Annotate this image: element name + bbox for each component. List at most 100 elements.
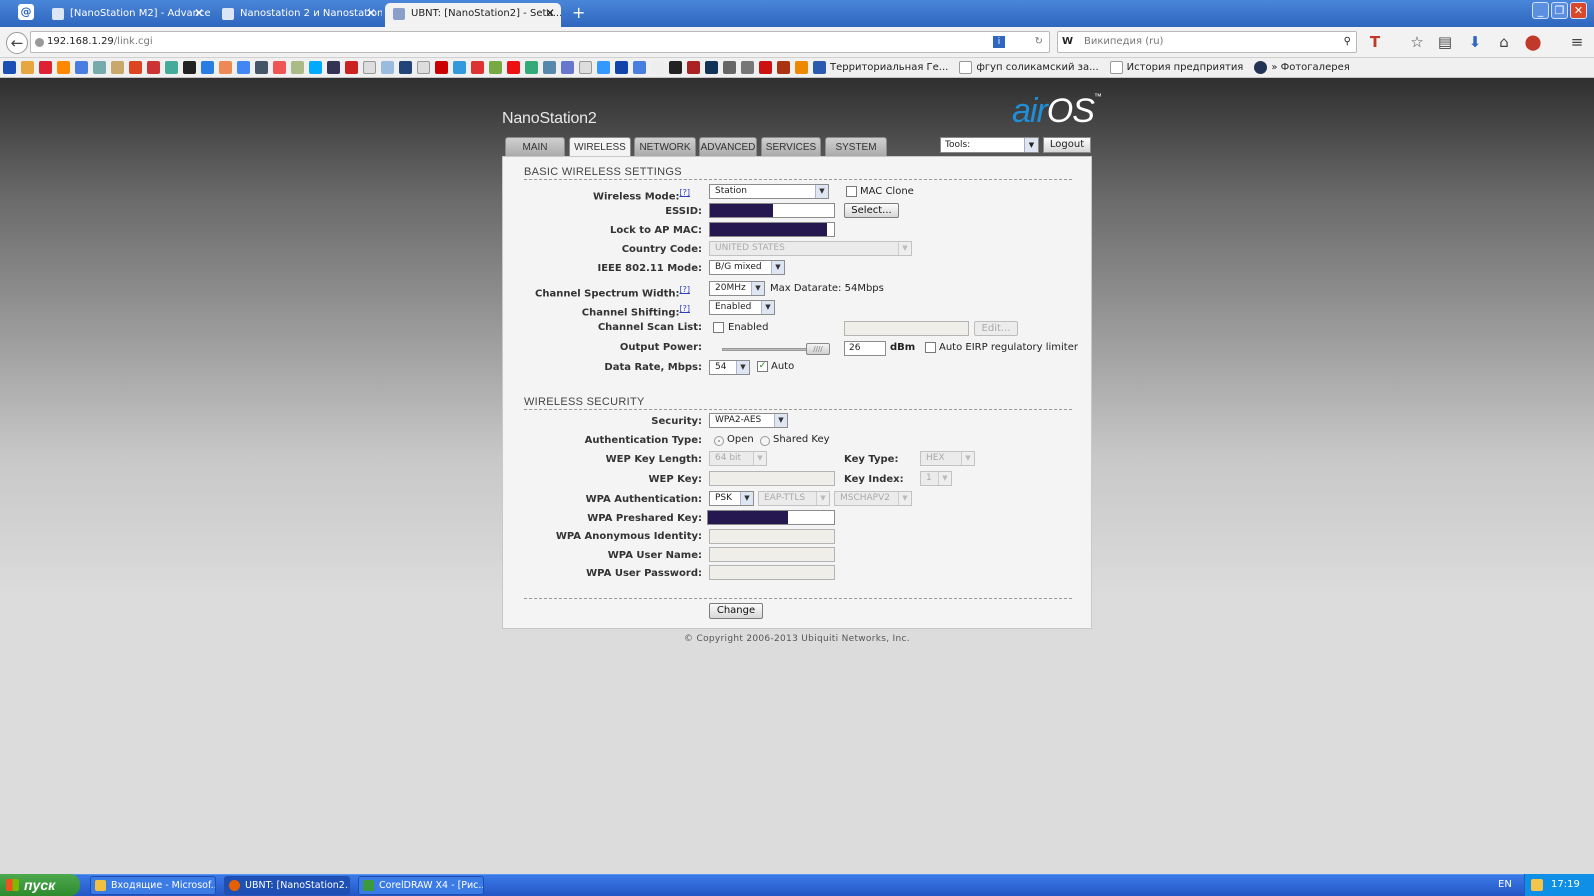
bookmark-icon[interactable] (399, 61, 412, 74)
bookmark-link[interactable]: » Фотогалерея (1271, 58, 1349, 77)
bookmark-icon[interactable] (597, 61, 610, 74)
bookmark-icon[interactable] (417, 61, 430, 74)
search-engine-icon[interactable]: W (1062, 32, 1073, 52)
bookmark-link[interactable]: История предприятия (1127, 58, 1244, 77)
output-power-slider[interactable] (722, 348, 808, 351)
eirp-checkbox[interactable] (925, 342, 936, 353)
tab-advanced[interactable]: ADVANCED (699, 137, 757, 157)
bookmark-icon[interactable] (777, 61, 790, 74)
bookmark-icon[interactable] (381, 61, 394, 74)
browser-tab[interactable]: Nanostation 2 и Nanostation ... ✕ (214, 3, 382, 27)
bookmark-icon[interactable] (615, 61, 628, 74)
bookmark-link[interactable]: Территориальная Ге... (830, 58, 948, 77)
bookmark-icon[interactable] (453, 61, 466, 74)
channel-width-select[interactable]: 20MHz ▼ (709, 281, 765, 296)
close-tab-icon[interactable]: ✕ (545, 3, 555, 24)
close-tab-icon[interactable]: ✕ (366, 3, 376, 24)
clock[interactable]: 17:19 (1551, 879, 1580, 890)
home-icon[interactable]: ⌂ (1495, 33, 1513, 51)
mac-clone-checkbox[interactable] (846, 186, 857, 197)
bookmark-icon[interactable] (111, 61, 124, 74)
bookmark-icon[interactable] (327, 61, 340, 74)
tab-network[interactable]: NETWORK (634, 137, 696, 157)
channel-scan-checkbox[interactable] (713, 322, 724, 333)
reload-icon[interactable]: ↻ (1035, 32, 1043, 52)
bookmark-link[interactable]: фгуп соликамский за... (976, 58, 1098, 77)
bookmark-icon[interactable] (651, 61, 664, 74)
bookmark-icon[interactable] (363, 61, 376, 74)
wireless-mode-select[interactable]: Station ▼ (709, 184, 829, 199)
bookmark-icon[interactable] (705, 61, 718, 74)
bookmark-icon[interactable] (345, 61, 358, 74)
channel-shifting-select[interactable]: Enabled ▼ (709, 300, 775, 315)
new-tab-button[interactable]: + (572, 3, 585, 22)
essid-input[interactable] (709, 203, 835, 218)
tab-system[interactable]: SYSTEM (825, 137, 887, 157)
bookmark-icon[interactable] (759, 61, 772, 74)
bookmark-icon[interactable] (273, 61, 286, 74)
ieee-mode-select[interactable]: B/G mixed ▼ (709, 260, 785, 275)
bookmark-icon[interactable] (561, 61, 574, 74)
select-ssid-button[interactable]: Select... (844, 203, 899, 218)
bookmark-icon[interactable] (201, 61, 214, 74)
taskbar-item[interactable]: Входящие - Microsof... (90, 876, 216, 895)
tray-app-icon[interactable] (1531, 879, 1543, 891)
bookmark-icon[interactable] (237, 61, 250, 74)
bookmark-icon[interactable] (471, 61, 484, 74)
bookmark-icon[interactable] (219, 61, 232, 74)
help-link[interactable]: [?] (680, 285, 691, 294)
change-button[interactable]: Change (709, 603, 763, 619)
bookmark-icon[interactable] (741, 61, 754, 74)
close-tab-icon[interactable]: ✕ (194, 3, 204, 24)
taskbar-item[interactable]: CorelDRAW X4 - [Рис... (358, 876, 484, 895)
bookmark-icon[interactable] (255, 61, 268, 74)
translate-icon[interactable]: T (1366, 33, 1384, 51)
bookmark-icon[interactable] (633, 61, 646, 74)
bookmark-icon[interactable] (93, 61, 106, 74)
bookmark-icon[interactable] (489, 61, 502, 74)
adblock-icon[interactable]: ⬤ (1524, 33, 1542, 51)
tab-services[interactable]: SERVICES (761, 137, 821, 157)
bookmark-icon[interactable] (795, 61, 808, 74)
minimize-window-icon[interactable]: _ (1532, 2, 1549, 19)
bookmark-icon[interactable] (3, 61, 16, 74)
back-icon[interactable]: ← (6, 32, 28, 54)
bookmark-star-icon[interactable]: ☆ (1408, 33, 1426, 51)
taskbar-item-active[interactable]: UBNT: [NanoStation2... (224, 876, 350, 895)
bookmark-icon[interactable] (579, 61, 592, 74)
bookmark-icon[interactable] (21, 61, 34, 74)
firefox-menu-icon[interactable]: @ (18, 4, 34, 20)
bookmark-icon[interactable] (669, 61, 682, 74)
language-indicator[interactable]: EN (1498, 874, 1512, 896)
data-rate-select[interactable]: 54 ▼ (709, 360, 750, 375)
address-bar[interactable]: 192.168.1.29/link.cgi i ↻ (30, 31, 1050, 53)
bookmark-icon[interactable] (687, 61, 700, 74)
search-icon[interactable]: ⚲ (1344, 32, 1351, 52)
bookmark-icon[interactable] (723, 61, 736, 74)
logout-button[interactable]: Logout (1043, 137, 1091, 153)
bookmark-icon[interactable] (147, 61, 160, 74)
bookmark-icon[interactable] (543, 61, 556, 74)
site-info-icon[interactable] (35, 38, 44, 47)
search-box[interactable]: W Википедия (ru) ⚲ (1057, 31, 1357, 53)
help-link[interactable]: [?] (680, 188, 691, 197)
download-icon[interactable]: ⬇ (1466, 33, 1484, 51)
tab-main[interactable]: MAIN (505, 137, 565, 157)
browser-tab[interactable]: [NanoStation M2] - Advanced ✕ (44, 3, 210, 27)
menu-icon[interactable]: ≡ (1568, 33, 1586, 51)
help-link[interactable]: [?] (680, 304, 691, 313)
bookmark-icon[interactable] (57, 61, 70, 74)
bookmark-icon[interactable] (525, 61, 538, 74)
auto-rate-checkbox[interactable]: ✓ (757, 361, 768, 372)
bookmark-icon[interactable] (75, 61, 88, 74)
tab-wireless[interactable]: WIRELESS (569, 137, 631, 158)
reading-list-icon[interactable]: ▤ (1436, 33, 1454, 51)
lock-ap-mac-input[interactable] (709, 222, 835, 237)
bookmark-icon[interactable] (507, 61, 520, 74)
wpa-psk-input[interactable] (707, 510, 835, 525)
slider-handle[interactable]: //// (806, 343, 830, 355)
bookmark-icon[interactable] (39, 61, 52, 74)
wpa-auth-select[interactable]: PSK ▼ (709, 491, 754, 506)
bookmark-icon[interactable] (129, 61, 142, 74)
security-select[interactable]: WPA2-AES ▼ (709, 413, 788, 428)
